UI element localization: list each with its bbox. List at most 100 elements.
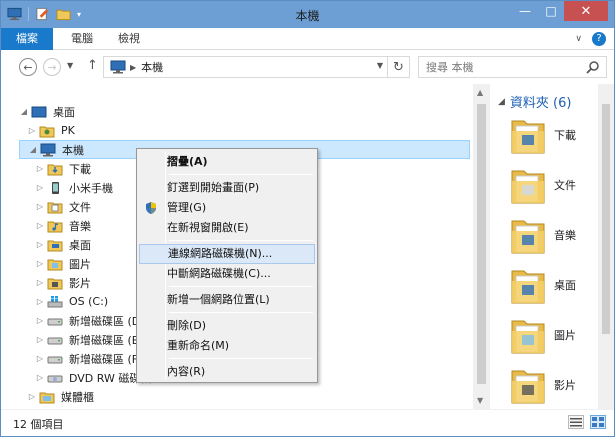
up-arrow-icon[interactable]: ↑ (87, 58, 98, 73)
navigation-scrollbar[interactable]: ▲ ▼ (473, 84, 490, 409)
details-view-icon (570, 418, 582, 427)
search-placeholder: 搜尋 本機 (426, 61, 474, 74)
expand-arrow-icon[interactable]: ▷ (35, 316, 45, 325)
context-menu-item[interactable]: 重新命名(M) (139, 336, 315, 356)
context-menu-item[interactable]: 新增一個網路位置(L) (139, 290, 315, 310)
collapse-arrow-icon[interactable]: ◢ (19, 107, 29, 116)
expand-arrow-icon[interactable]: ▷ (35, 354, 45, 363)
expand-arrow-icon[interactable]: ▷ (35, 373, 45, 382)
tree-item[interactable]: ▷ 影片 (35, 273, 91, 292)
tree-item[interactable]: ▷ 新增磁碟區 (E:) (35, 330, 147, 349)
tree-item[interactable]: ▷ 音樂 (35, 216, 91, 235)
expand-arrow-icon[interactable]: ▷ (35, 259, 45, 268)
context-menu-item[interactable]: 連線網路磁碟機(N)... (139, 244, 315, 264)
close-button[interactable]: ✕ (564, 1, 608, 21)
tree-item[interactable]: ▷ 媒體櫃 (27, 387, 94, 406)
help-icon[interactable]: ? (592, 32, 606, 46)
folders-scrollbar[interactable] (598, 84, 614, 409)
tree-item-label: PK (61, 124, 75, 137)
folder-icon (510, 313, 546, 358)
tab-computer[interactable]: 電腦 (71, 28, 93, 50)
folder-tile[interactable]: 文件 (510, 162, 600, 208)
folder-icon (510, 263, 546, 308)
folder-tile[interactable]: 桌面 (510, 262, 600, 308)
desktop-folder-icon (47, 238, 63, 252)
context-menu-item-label: 釘選到開始畫面(P) (167, 181, 260, 194)
videos-folder-icon (47, 276, 63, 290)
folder-label: 文件 (554, 179, 576, 192)
scrollbar-thumb[interactable] (602, 104, 610, 334)
maximize-button[interactable]: □ (538, 1, 564, 21)
computer-icon (110, 60, 126, 74)
context-menu-item[interactable]: 內容(R) (139, 362, 315, 382)
folder-tile[interactable]: 下載 (510, 112, 600, 158)
collapse-group-icon[interactable]: ◢ (498, 97, 505, 107)
folders-group-header[interactable]: ◢ 資料夾 (6) (498, 92, 571, 111)
back-button[interactable]: ← (19, 58, 37, 76)
menu-separator (169, 174, 313, 175)
context-menu-item[interactable]: 中斷網路磁碟機(C)... (139, 264, 315, 284)
tree-item-label: 小米手機 (69, 181, 113, 195)
windows-drive-icon (47, 295, 63, 309)
tree-item[interactable]: ▷ 文件 (35, 197, 91, 216)
search-input[interactable]: 搜尋 本機 (418, 56, 607, 78)
address-bar[interactable]: ▶ 本機 ▼ ↻ (103, 56, 410, 78)
folder-tile[interactable]: 音樂 (510, 212, 600, 258)
forward-button[interactable]: → (43, 58, 61, 76)
tree-item[interactable]: ▷ 桌面 (35, 235, 91, 254)
tree-item[interactable]: ▷ DVD RW 磁碟機 (35, 368, 151, 387)
folder-tile[interactable]: 影片 (510, 362, 600, 408)
tree-item[interactable]: ▷ 小米手機 (35, 178, 113, 197)
address-dropdown-icon[interactable]: ▼ (377, 61, 383, 70)
documents-folder-icon (47, 200, 63, 214)
scroll-up-icon[interactable]: ▲ (477, 88, 483, 97)
refresh-icon: ↻ (393, 59, 404, 75)
collapse-arrow-icon[interactable]: ◢ (28, 145, 38, 154)
expand-arrow-icon[interactable]: ▷ (27, 392, 37, 401)
expand-ribbon-icon[interactable]: ∨ (575, 34, 582, 44)
expand-arrow-icon[interactable]: ▷ (35, 221, 45, 230)
context-menu-item[interactable]: 管理(G) (139, 198, 315, 218)
tree-item[interactable]: ▷ PK (27, 121, 75, 140)
computer-icon (40, 143, 56, 157)
expand-arrow-icon[interactable]: ▷ (35, 183, 45, 192)
tree-item[interactable]: ▷ 新增磁碟區 (D:) (35, 311, 148, 330)
context-menu-item[interactable]: 釘選到開始畫面(P) (139, 178, 315, 198)
drive-icon (47, 333, 63, 347)
large-icons-view-button[interactable] (590, 415, 606, 429)
tree-item-label: 音樂 (69, 219, 91, 233)
context-menu-item[interactable]: 在新視窗開啟(E) (139, 218, 315, 238)
tree-item[interactable]: ◢ 桌面 (19, 102, 75, 121)
tab-file[interactable]: 檔案 (1, 28, 53, 50)
expand-arrow-icon[interactable]: ▷ (35, 202, 45, 211)
menu-separator (169, 240, 313, 241)
details-view-button[interactable] (568, 415, 584, 429)
folder-tile[interactable]: 圖片 (510, 312, 600, 358)
folder-icon (510, 163, 546, 208)
tab-view[interactable]: 檢視 (118, 28, 140, 50)
window-controls: — □ ✕ (512, 1, 608, 21)
title-bar[interactable]: ▾ 本機 — □ ✕ (1, 1, 614, 28)
tree-item-label: 桌面 (53, 105, 75, 119)
tree-item[interactable]: ▷ 下載 (35, 159, 91, 178)
address-row: ← → ▼ ↑ ▶ 本機 ▼ ↻ 搜尋 本機 (1, 50, 614, 84)
scroll-down-icon[interactable]: ▼ (477, 396, 483, 405)
breadcrumb-chevron-icon[interactable]: ▶ (130, 63, 136, 72)
breadcrumb-path[interactable]: 本機 (141, 59, 163, 75)
scrollbar-thumb[interactable] (477, 104, 486, 384)
refresh-button[interactable]: ↻ (387, 57, 409, 77)
expand-arrow-icon[interactable]: ▷ (35, 164, 45, 173)
expand-arrow-icon[interactable]: ▷ (35, 335, 45, 344)
tree-item[interactable]: ▷ 圖片 (35, 254, 91, 273)
tree-item[interactable]: ▷ 新增磁碟區 (F:) (35, 349, 145, 368)
expand-arrow-icon[interactable]: ▷ (35, 240, 45, 249)
expand-arrow-icon[interactable]: ▷ (35, 297, 45, 306)
expand-arrow-icon[interactable]: ▷ (35, 278, 45, 287)
tree-item[interactable]: ▷ OS (C:) (35, 292, 108, 311)
context-menu-item[interactable]: 刪除(D) (139, 316, 315, 336)
tree-item-label: 文件 (69, 200, 91, 214)
recent-locations-icon[interactable]: ▼ (67, 61, 73, 70)
context-menu-item[interactable]: 摺疊(A) (139, 152, 315, 172)
expand-arrow-icon[interactable]: ▷ (27, 126, 37, 135)
minimize-button[interactable]: — (512, 1, 538, 21)
